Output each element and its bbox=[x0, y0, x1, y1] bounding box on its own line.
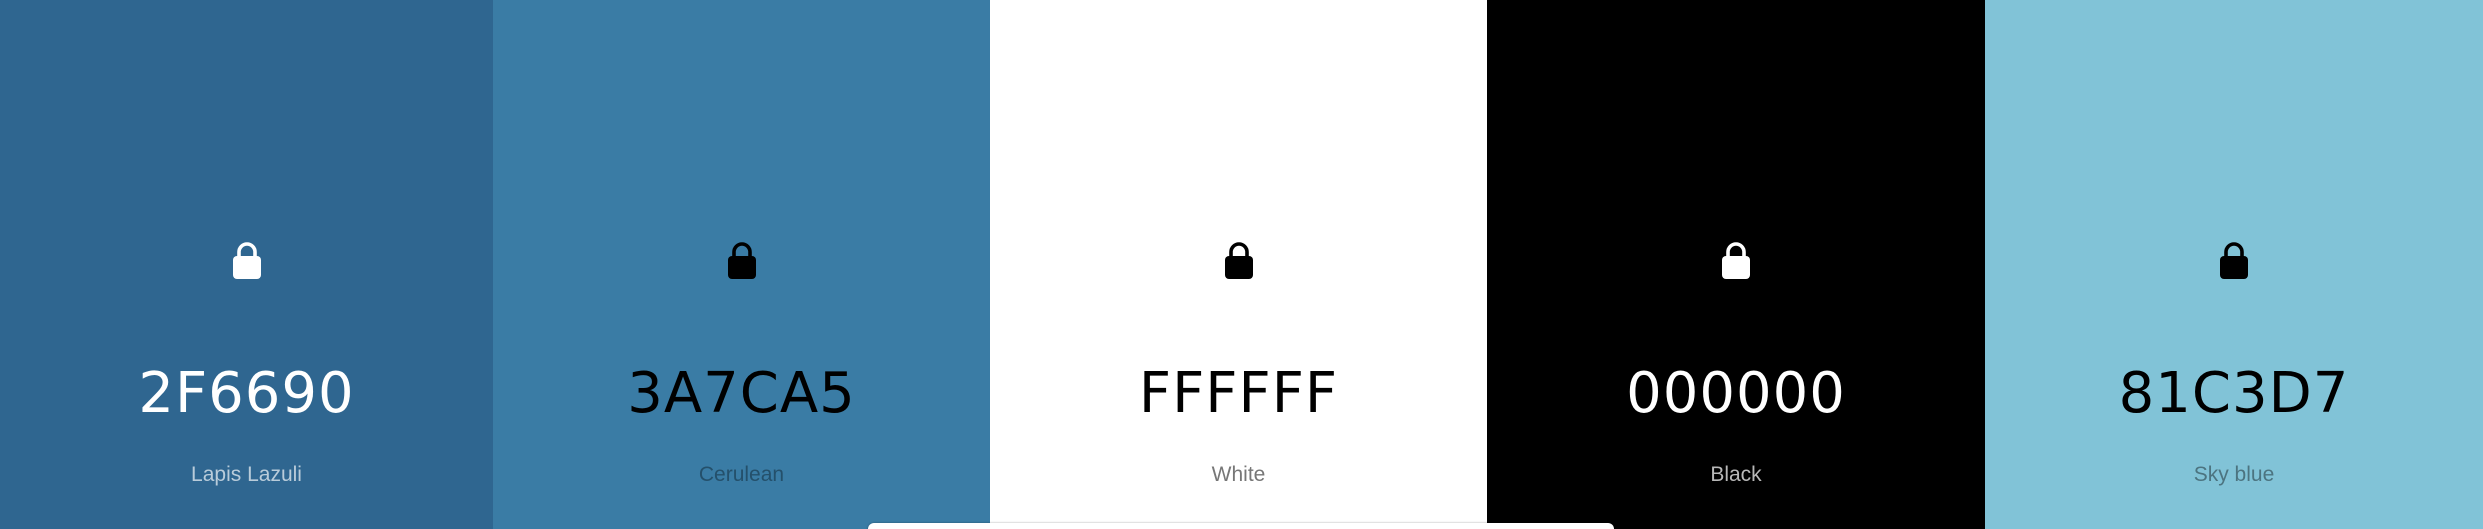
color-palette: 2F6690 Lapis Lazuli 3A7CA5 Cerulean FFFF… bbox=[0, 0, 2483, 529]
lock-icon bbox=[1722, 242, 1750, 279]
color-swatch-black[interactable]: 000000 Black bbox=[1487, 0, 1985, 529]
color-swatch-white[interactable]: FFFFFF White bbox=[990, 0, 1487, 529]
lock-button[interactable] bbox=[2207, 234, 2261, 288]
color-name[interactable]: Black bbox=[1487, 461, 1985, 489]
hex-code[interactable]: 000000 bbox=[1487, 358, 1985, 430]
hex-code[interactable]: 81C3D7 bbox=[1985, 358, 2483, 430]
lock-button[interactable] bbox=[1212, 234, 1266, 288]
lock-button[interactable] bbox=[1709, 234, 1763, 288]
lock-icon bbox=[232, 242, 261, 279]
lock-icon bbox=[1224, 242, 1253, 279]
color-name[interactable]: Cerulean bbox=[493, 461, 990, 489]
color-swatch-cerulean[interactable]: 3A7CA5 Cerulean bbox=[493, 0, 990, 529]
color-name[interactable]: Lapis Lazuli bbox=[0, 461, 493, 489]
color-name[interactable]: White bbox=[990, 461, 1487, 489]
lock-button[interactable] bbox=[715, 234, 769, 288]
hex-code[interactable]: 2F6690 bbox=[0, 358, 493, 430]
color-name[interactable]: Sky blue bbox=[1985, 461, 2483, 489]
lock-icon bbox=[2220, 242, 2248, 279]
bottom-panel-handle[interactable] bbox=[868, 523, 1614, 529]
color-swatch-lapis-lazuli[interactable]: 2F6690 Lapis Lazuli bbox=[0, 0, 493, 529]
color-swatch-sky-blue[interactable]: 81C3D7 Sky blue bbox=[1985, 0, 2483, 529]
hex-code[interactable]: 3A7CA5 bbox=[493, 358, 990, 430]
lock-icon bbox=[727, 242, 756, 279]
lock-button[interactable] bbox=[220, 234, 274, 288]
hex-code[interactable]: FFFFFF bbox=[990, 358, 1487, 430]
